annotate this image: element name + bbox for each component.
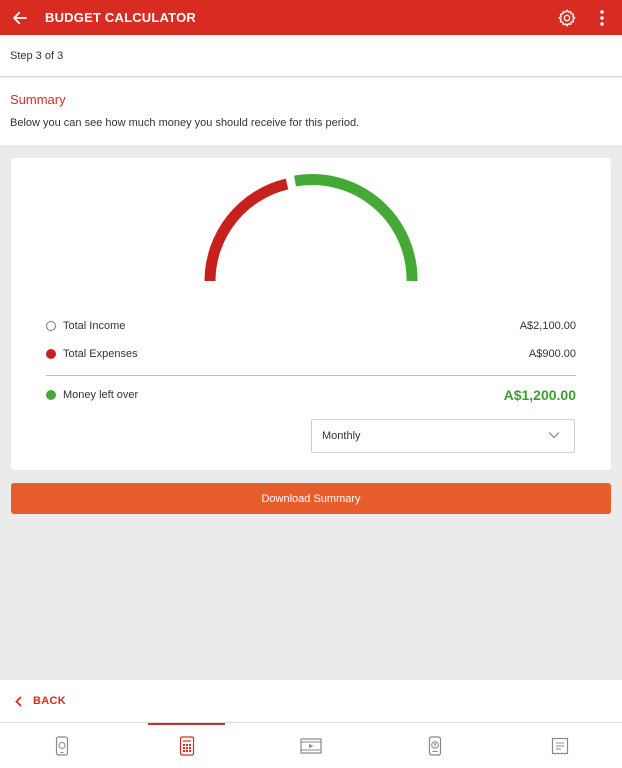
- arrow-left-icon: [13, 11, 27, 24]
- totals-divider: [46, 375, 576, 376]
- summary-heading: Summary: [10, 92, 66, 107]
- video-icon: [300, 737, 322, 754]
- tab-phone-money[interactable]: [0, 723, 124, 768]
- step-indicator: Step 3 of 3: [0, 35, 622, 77]
- expenses-label: Total Expenses: [63, 348, 138, 360]
- income-value: A$2,100.00: [519, 320, 576, 332]
- gauge-expenses-arc: [204, 178, 289, 282]
- download-summary-button[interactable]: Download Summary: [11, 483, 611, 514]
- money-left-legend-dot: [46, 390, 56, 400]
- list-icon: [551, 737, 568, 754]
- total-income-row: Total Income A$2,100.00: [46, 320, 576, 332]
- tab-video[interactable]: [249, 723, 373, 768]
- bottom-tab-bar: [0, 723, 622, 768]
- money-left-value: A$1,200.00: [503, 387, 576, 403]
- chevron-down-icon: [548, 431, 560, 439]
- more-vertical-icon: [600, 9, 604, 26]
- app-title: BUDGET CALCULATOR: [45, 10, 196, 25]
- money-left-label: Money left over: [63, 389, 139, 401]
- gauge-money-left-arc: [294, 174, 418, 282]
- step-text: Step 3 of 3: [10, 49, 64, 62]
- tab-list[interactable]: [498, 723, 622, 768]
- tab-mobile-dollar[interactable]: [373, 723, 497, 768]
- back-button[interactable]: BACK: [0, 680, 622, 723]
- expenses-legend-dot: [46, 349, 56, 359]
- summary-description: Below you can see how much money you sho…: [10, 117, 360, 129]
- back-arrow-button[interactable]: [0, 0, 40, 35]
- income-label: Total Income: [63, 320, 126, 332]
- gear-icon: [558, 8, 576, 27]
- more-menu-button[interactable]: [592, 0, 612, 35]
- period-select-value: Monthly: [322, 430, 361, 442]
- tab-calculator[interactable]: [124, 723, 248, 768]
- app-bar: BUDGET CALCULATOR: [0, 0, 622, 35]
- back-label: BACK: [33, 695, 66, 707]
- period-select[interactable]: Monthly: [311, 419, 575, 453]
- chevron-left-icon: [15, 695, 22, 707]
- money-left-row: Money left over A$1,200.00: [46, 387, 576, 403]
- phone-money-icon: [56, 735, 69, 756]
- total-expenses-row: Total Expenses A$900.00: [46, 348, 576, 360]
- settings-button[interactable]: [552, 0, 582, 35]
- summary-card: Total Income A$2,100.00 Total Expenses A…: [11, 158, 611, 470]
- budget-gauge: [204, 174, 418, 282]
- summary-section: Summary Below you can see how much money…: [0, 78, 622, 145]
- expenses-value: A$900.00: [528, 348, 576, 360]
- income-legend-dot: [46, 321, 56, 331]
- mobile-dollar-icon: [429, 735, 442, 756]
- calculator-icon: [179, 735, 194, 756]
